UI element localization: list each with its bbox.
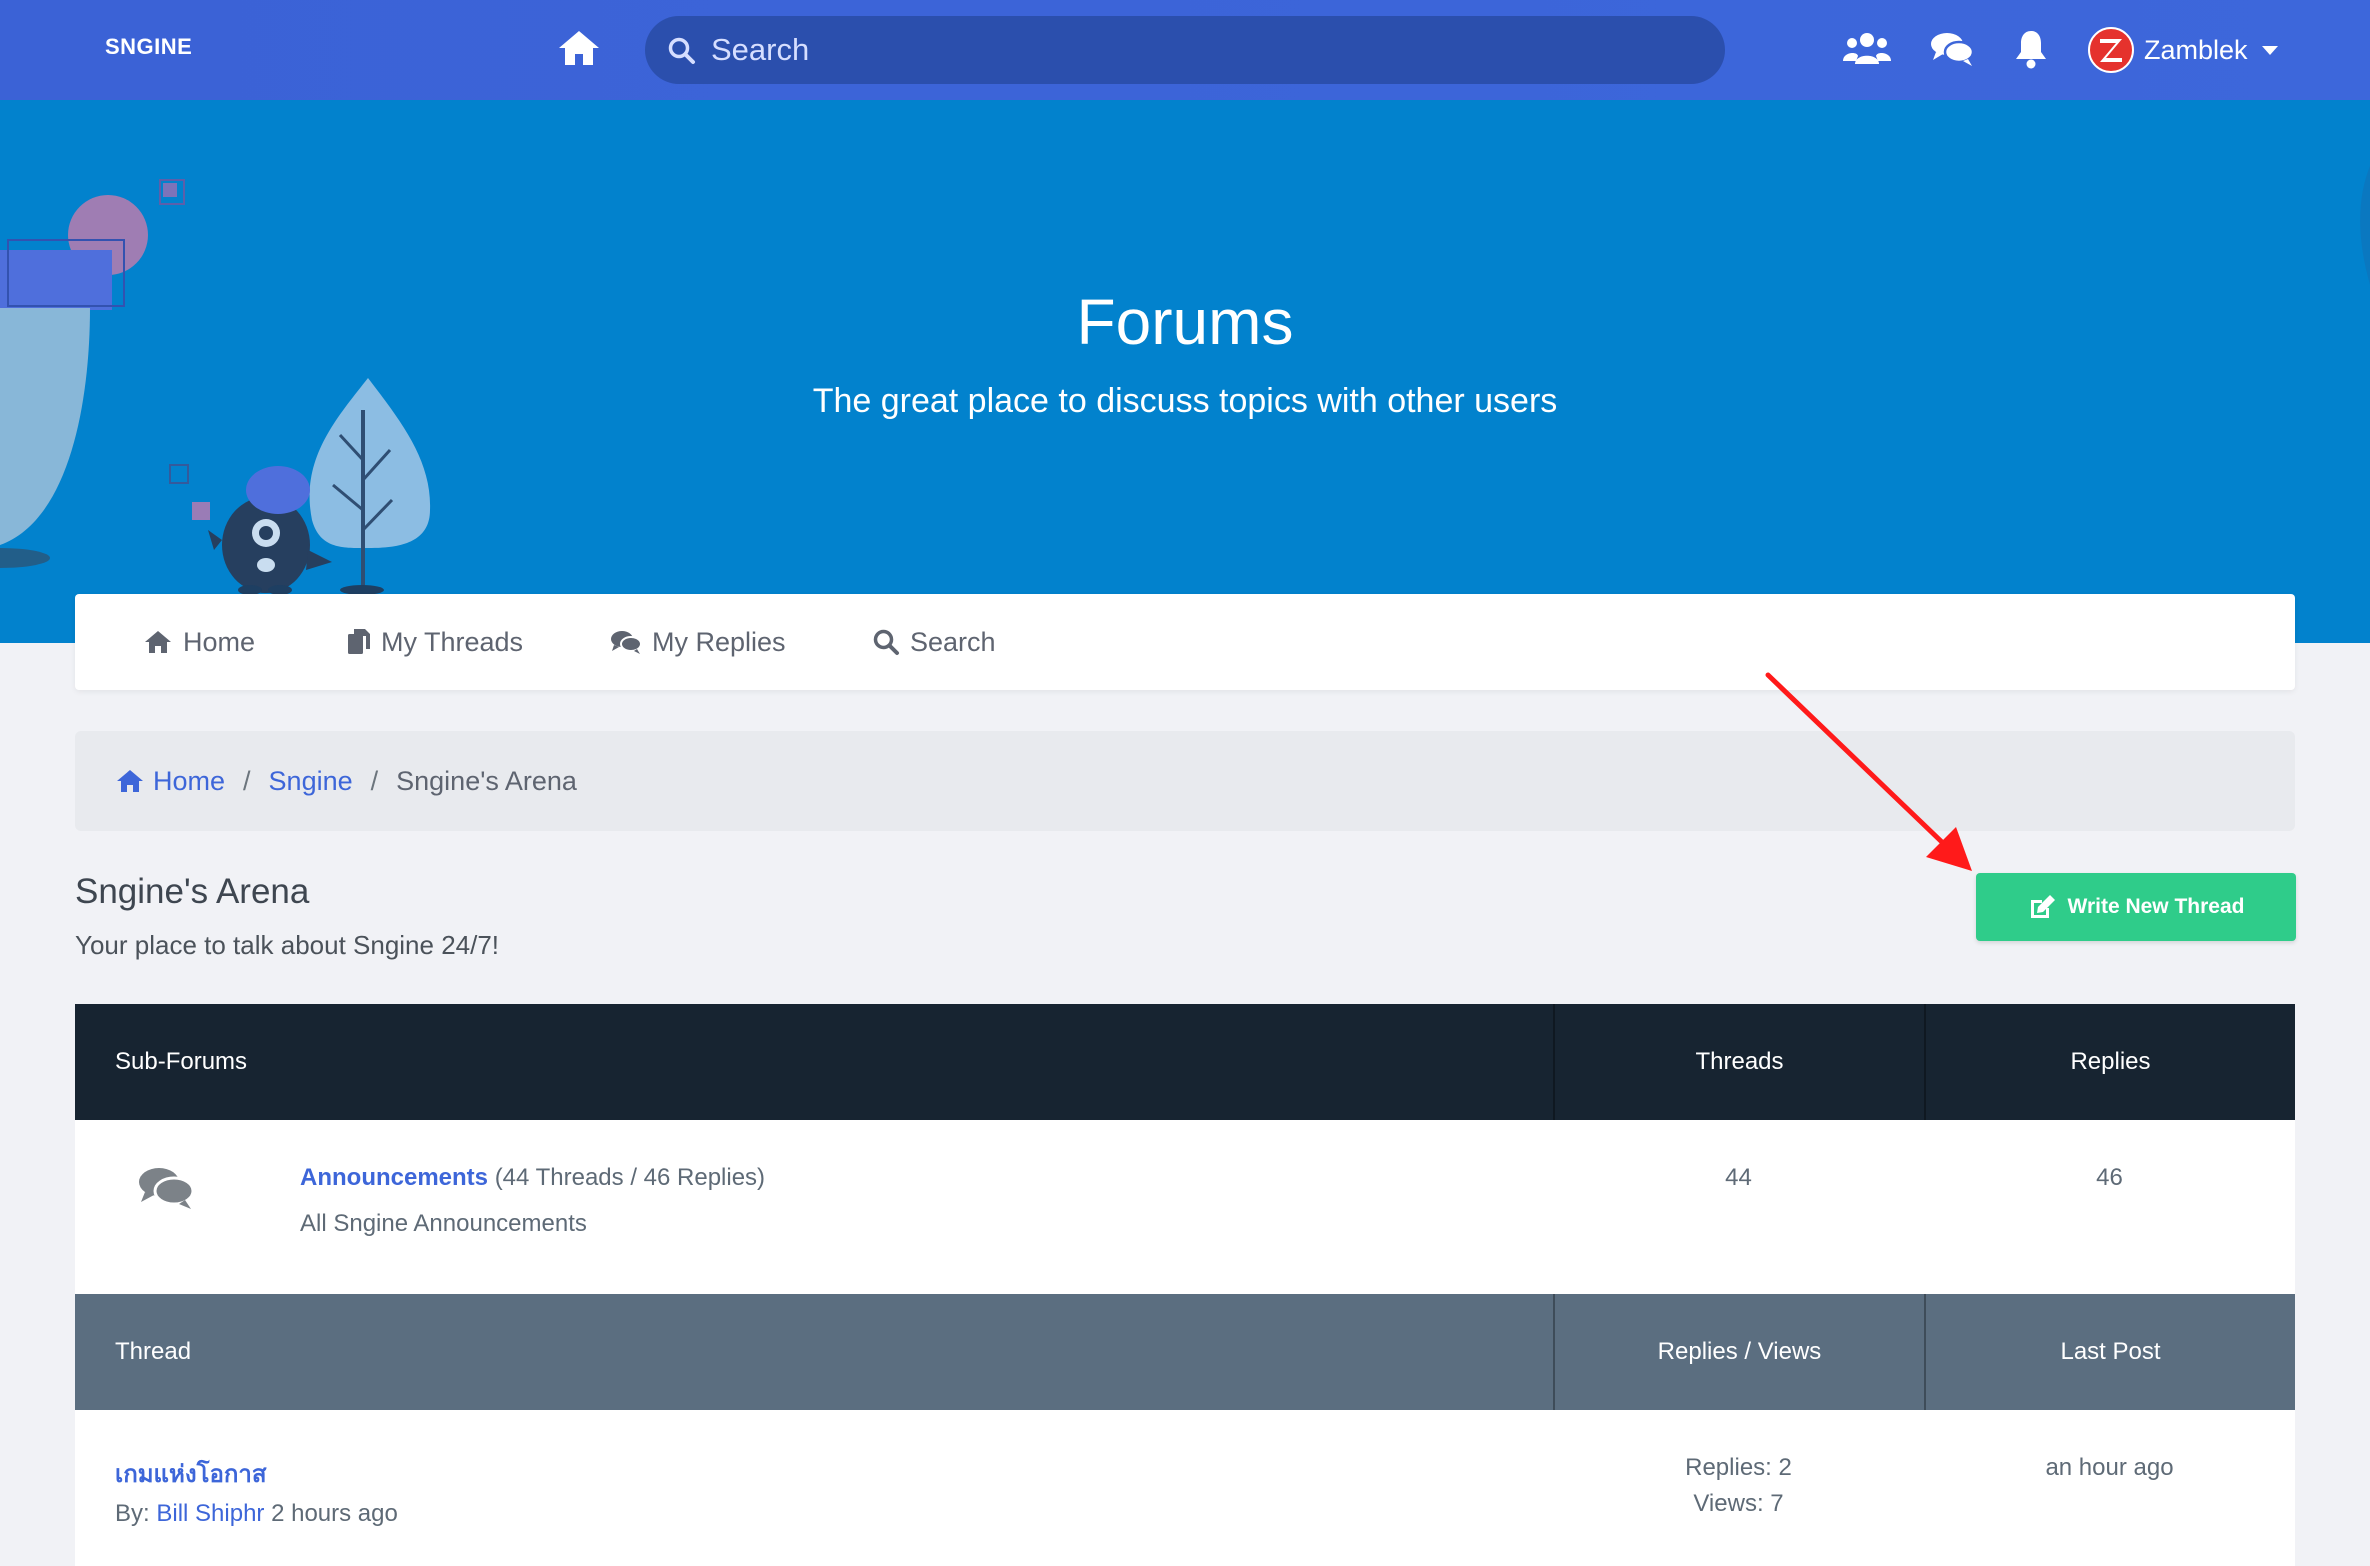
breadcrumb-current: Sngine's Arena xyxy=(396,765,577,796)
thread-author-link[interactable]: Bill Shiphr xyxy=(156,1500,264,1527)
z-logo-icon xyxy=(2100,39,2122,62)
tab-search[interactable]: Search xyxy=(872,594,996,690)
thread-by-label: By: xyxy=(115,1500,150,1527)
comments-icon xyxy=(611,631,642,654)
chat-icon[interactable] xyxy=(1930,28,1974,70)
search-icon xyxy=(668,37,695,64)
user-menu[interactable]: Zamblek xyxy=(2088,22,2278,78)
thread-byline: By: Bill Shiphr 2 hours ago xyxy=(115,1500,398,1528)
write-new-thread-label: Write New Thread xyxy=(2067,895,2245,918)
page-title: Forums xyxy=(1076,286,1294,358)
search-bar[interactable] xyxy=(645,16,1725,84)
user-name[interactable]: Zamblek xyxy=(2144,35,2248,66)
bell-icon[interactable] xyxy=(2014,28,2048,70)
col-header-threads: Threads xyxy=(1553,1004,1924,1120)
breadcrumb-separator: / xyxy=(243,765,251,796)
thread-last-post: an hour ago xyxy=(2045,1454,2174,1481)
tab-my-threads[interactable]: My Threads xyxy=(347,594,523,690)
breadcrumb-home[interactable]: Home xyxy=(115,766,225,797)
copy-icon xyxy=(348,629,370,654)
subforum-meta: (44 Threads / 46 Replies) xyxy=(494,1164,766,1191)
home-icon xyxy=(117,770,143,792)
thread-title-link[interactable]: เกมแห่งโอกาส xyxy=(115,1454,267,1493)
home-icon[interactable] xyxy=(556,27,602,69)
tab-label: My Replies xyxy=(652,626,786,657)
avatar[interactable] xyxy=(2088,27,2134,73)
col-header-replies: Replies xyxy=(1924,1004,2295,1120)
breadcrumb-separator: / xyxy=(370,765,379,796)
thread-views: Views: 7 xyxy=(1693,1490,1784,1517)
thread-replies: Replies: 2 xyxy=(1685,1454,1792,1481)
search-icon xyxy=(873,629,899,655)
forums-hero: Forums The great place to discuss topics… xyxy=(0,100,2370,643)
search-input[interactable] xyxy=(711,16,1691,84)
table-row: Announcements (44 Threads / 46 Replies) … xyxy=(75,1120,2295,1294)
subforum-replies-count: 46 xyxy=(2096,1164,2123,1191)
tab-label: Search xyxy=(910,626,996,657)
subforum-description: All Sngine Announcements xyxy=(300,1210,587,1237)
annotation-arrow-icon xyxy=(1765,672,1972,871)
col-header-replies-views: Replies / Views xyxy=(1553,1294,1924,1410)
breadcrumb-home-label: Home xyxy=(153,765,226,796)
subforum-threads-count: 44 xyxy=(1725,1164,1752,1191)
subforum-link[interactable]: Announcements xyxy=(300,1164,488,1191)
edit-icon xyxy=(2030,895,2055,918)
users-icon[interactable] xyxy=(1843,28,1891,70)
caret-down-icon[interactable] xyxy=(2261,45,2278,55)
tab-home[interactable]: Home xyxy=(143,594,255,690)
breadcrumb-sngine[interactable]: Sngine xyxy=(269,766,353,797)
page-subtitle: The great place to discuss topics with o… xyxy=(812,382,1558,420)
col-header-last-post: Last Post xyxy=(1924,1294,2295,1410)
tab-my-replies[interactable]: My Replies xyxy=(610,594,786,690)
thread-time: 2 hours ago xyxy=(271,1500,398,1527)
write-new-thread-button[interactable]: Write New Thread xyxy=(1976,873,2296,941)
forum-description: Your place to talk about Sngine 24/7! xyxy=(75,930,500,960)
forum-title: Sngine's Arena xyxy=(75,872,310,911)
threads-table-header: Thread Replies / Views Last Post xyxy=(75,1294,2295,1410)
subforum-title-line: Announcements (44 Threads / 46 Replies) xyxy=(300,1164,765,1192)
col-header-subforums: Sub-Forums xyxy=(115,1048,248,1075)
table-row: เกมแห่งโอกาส By: Bill Shiphr 2 hours ago… xyxy=(75,1410,2295,1566)
comments-icon xyxy=(139,1168,195,1209)
brand-logo[interactable]: SNGINE xyxy=(105,34,192,60)
tab-label: Home xyxy=(183,626,256,657)
top-navbar: SNGINE Zamblek xyxy=(0,0,2370,100)
hero-illustration xyxy=(0,179,431,595)
subforums-table-header: Sub-Forums Threads Replies xyxy=(75,1004,2295,1120)
col-header-thread: Thread xyxy=(115,1338,192,1365)
tab-label: My Threads xyxy=(381,626,524,657)
home-icon xyxy=(145,631,171,653)
